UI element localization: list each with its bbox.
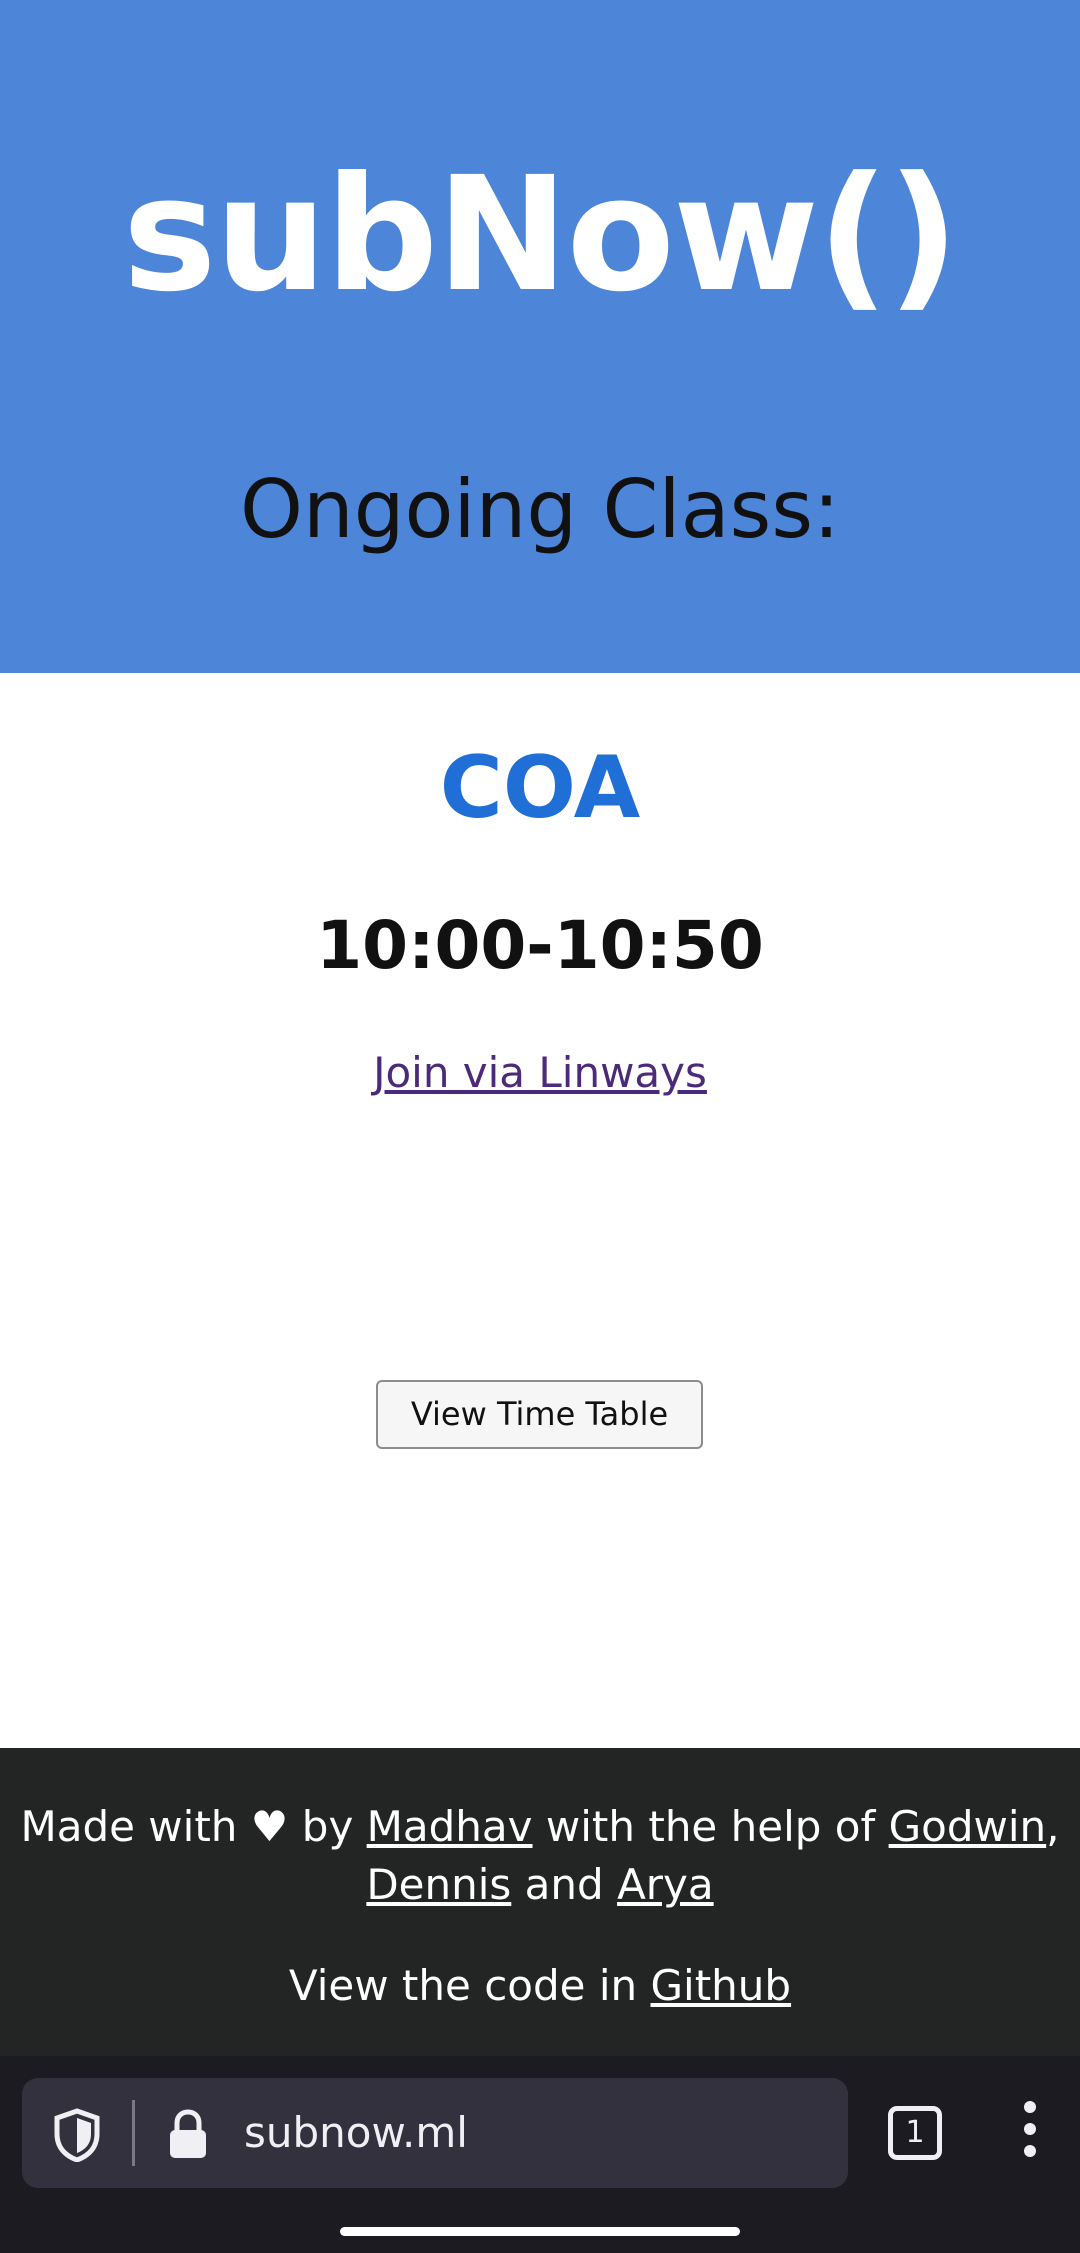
address-bar[interactable]: subnow.ml xyxy=(22,2078,848,2188)
helper-dennis-link[interactable]: Dennis xyxy=(366,1860,511,1909)
menu-icon[interactable] xyxy=(1010,2101,1052,2165)
ongoing-class-heading: Ongoing Class: xyxy=(240,463,840,556)
subject-name: COA xyxy=(439,738,641,838)
url-text[interactable]: subnow.ml xyxy=(244,2100,468,2166)
join-link-container: Join via Linways xyxy=(0,1043,1080,1103)
browser-toolbar: subnow.ml 1 xyxy=(0,2056,1080,2253)
app-title: subNow() xyxy=(122,143,960,327)
heart-icon: ♥ xyxy=(250,1802,289,1851)
author-link[interactable]: Madhav xyxy=(367,1802,533,1851)
menu-dot xyxy=(1024,2123,1036,2135)
menu-dot xyxy=(1024,2101,1036,2113)
by-text: by xyxy=(301,1802,354,1851)
address-bar-divider xyxy=(132,2100,135,2166)
view-code-text: View the code in xyxy=(288,1961,638,2010)
header-banner: subNow() Ongoing Class: xyxy=(0,0,1080,673)
footer-credits-line1: Made with ♥ by Madhav with the help of G… xyxy=(0,1798,1080,1856)
view-timetable-button[interactable]: View Time Table xyxy=(376,1380,703,1449)
github-link[interactable]: Github xyxy=(651,1961,792,2010)
helper-arya-link[interactable]: Arya xyxy=(617,1860,714,1909)
class-panel: COA 10:00-10:50 Join via Linways View Ti… xyxy=(0,673,1080,1748)
lock-icon[interactable] xyxy=(167,2108,209,2160)
shield-icon[interactable] xyxy=(52,2108,102,2162)
class-time: 10:00-10:50 xyxy=(316,907,764,984)
made-with-text: Made with xyxy=(20,1802,238,1851)
home-indicator[interactable] xyxy=(340,2227,740,2236)
with-help-text: with the help of xyxy=(545,1802,876,1851)
helper-godwin-link[interactable]: Godwin xyxy=(889,1802,1047,1851)
and-text: and xyxy=(524,1860,604,1909)
footer-code-line: View the code in Github xyxy=(0,1957,1080,2015)
footer-credits-line2: Dennis and Arya xyxy=(0,1856,1080,1914)
footer: Made with ♥ by Madhav with the help of G… xyxy=(0,1748,1080,2056)
menu-dot xyxy=(1024,2145,1036,2157)
join-linways-link[interactable]: Join via Linways xyxy=(373,1048,707,1097)
tabs-icon[interactable]: 1 xyxy=(888,2106,942,2160)
comma-text: , xyxy=(1046,1802,1060,1851)
